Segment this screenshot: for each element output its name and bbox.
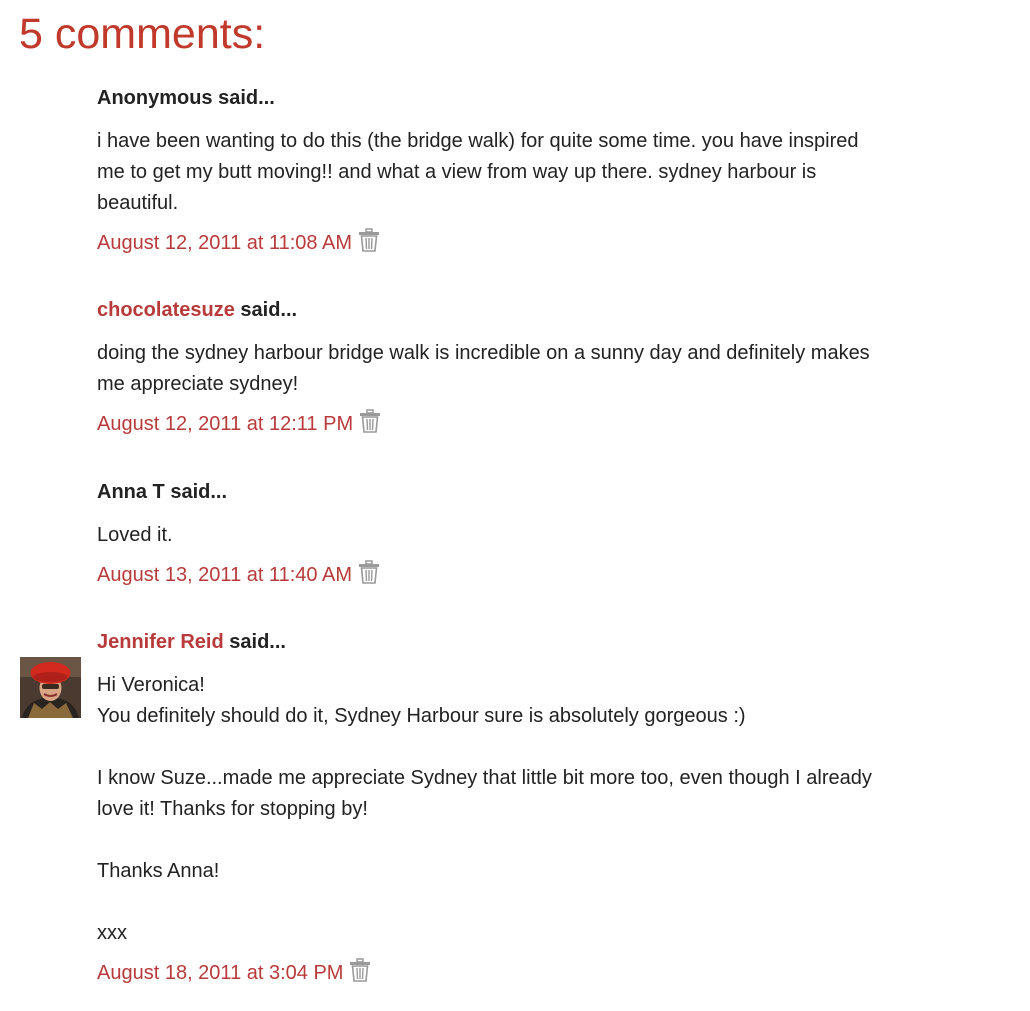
comment-author: Anna T — [97, 481, 165, 503]
comment-author-line: Jennifer Reid said... — [97, 628, 997, 656]
trash-icon[interactable] — [359, 409, 381, 433]
trash-icon[interactable] — [358, 560, 380, 584]
comment-body: Hi Veronica! You definitely should do it… — [97, 674, 872, 944]
comment: Jennifer Reid said... Hi Veronica! You d… — [97, 628, 997, 987]
said-label: said... — [170, 481, 228, 503]
comments-heading: 5 comments: — [19, 10, 266, 58]
comment-author-line: Anonymous said... — [97, 84, 997, 112]
comment: Anonymous said... i have been wanting to… — [97, 84, 997, 257]
trash-icon[interactable] — [349, 958, 371, 982]
comment-author-link[interactable]: Jennifer Reid — [97, 631, 224, 653]
comment-body: i have been wanting to do this (the brid… — [97, 130, 859, 214]
said-label: said... — [240, 299, 298, 321]
avatar[interactable] — [20, 657, 81, 718]
comment: Anna T said... Loved it. August 13, 2011… — [97, 478, 997, 589]
said-label: said... — [229, 631, 286, 653]
comment-meta: August 12, 2011 at 11:08 AM — [97, 228, 997, 257]
comment: chocolatesuze said... doing the sydney h… — [97, 296, 997, 438]
comment-author-line: Anna T said... — [97, 478, 997, 506]
trash-icon[interactable] — [358, 228, 380, 252]
comment-meta: August 18, 2011 at 3:04 PM — [97, 958, 997, 987]
comment-timestamp-link[interactable]: August 12, 2011 at 11:08 AM — [97, 229, 352, 257]
comment-timestamp-link[interactable]: August 18, 2011 at 3:04 PM — [97, 959, 343, 987]
comment-body: Loved it. — [97, 524, 173, 546]
comment-author: Anonymous — [97, 87, 213, 109]
comment-author-link[interactable]: chocolatesuze — [97, 299, 235, 321]
comment-body: doing the sydney harbour bridge walk is … — [97, 342, 870, 395]
comment-meta: August 12, 2011 at 12:11 PM — [97, 409, 997, 438]
comment-timestamp-link[interactable]: August 13, 2011 at 11:40 AM — [97, 561, 352, 589]
comment-timestamp-link[interactable]: August 12, 2011 at 12:11 PM — [97, 410, 353, 438]
said-label: said... — [218, 87, 275, 109]
comment-meta: August 13, 2011 at 11:40 AM — [97, 560, 997, 589]
comment-author-line: chocolatesuze said... — [97, 296, 997, 324]
